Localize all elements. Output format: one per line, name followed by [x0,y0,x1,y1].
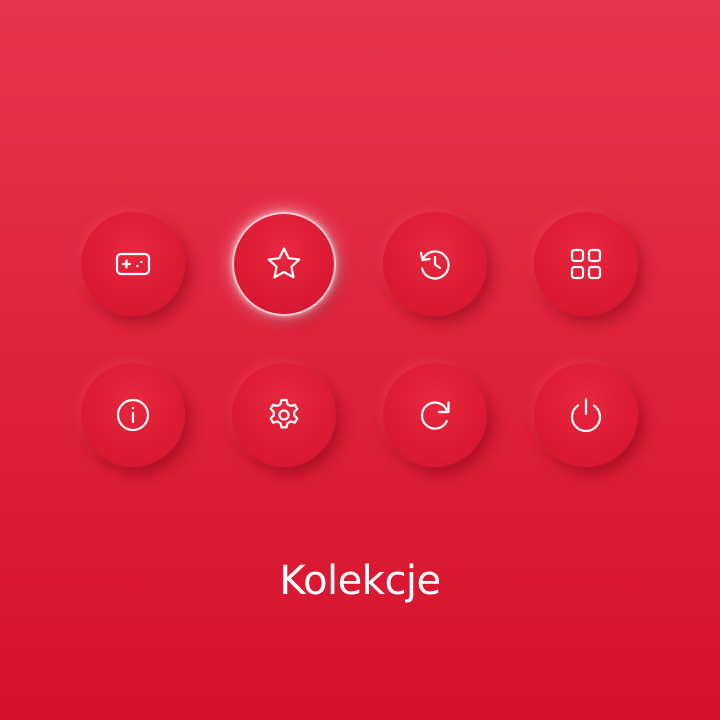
refresh-button[interactable] [383,363,487,467]
games-button[interactable] [81,212,185,316]
selected-item-label: Kolekcje [279,558,441,604]
menu-grid [80,212,640,468]
power-icon [570,398,602,433]
star-icon [267,247,301,279]
refresh-icon [420,401,450,430]
favorites-button[interactable] [232,212,336,316]
settings-button[interactable] [232,363,336,467]
gamepad-icon [115,252,151,276]
info-button[interactable] [81,363,185,467]
info-icon [116,398,150,432]
grid-icon [570,248,602,280]
apps-button[interactable] [534,212,638,316]
power-button[interactable] [534,363,638,467]
history-icon [419,250,450,280]
gear-icon [269,398,299,429]
history-button[interactable] [383,212,487,316]
